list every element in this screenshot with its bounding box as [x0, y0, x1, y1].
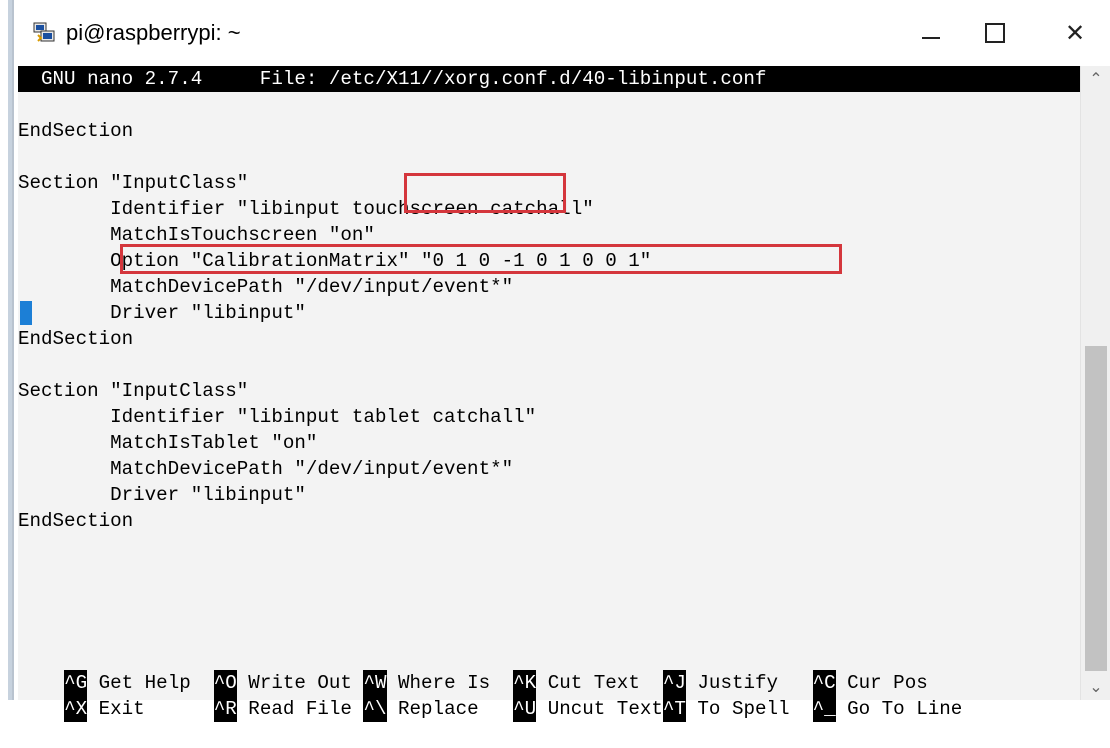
close-button[interactable]: ✕	[1050, 12, 1100, 54]
shortcut-to-spell: ^T To Spell	[662, 696, 813, 722]
editor-line: Section "InputClass"	[18, 172, 249, 194]
chevron-up-icon: ⌃	[1089, 71, 1103, 88]
shortcut-read-file: ^R Read File	[213, 696, 364, 722]
editor-line: MatchDevicePath "/dev/input/event*"	[18, 276, 514, 298]
editor-line: Section "InputClass"	[18, 380, 249, 402]
terminal-area[interactable]: GNU nano 2.7.4 File: /etc/X11//xorg.conf…	[18, 66, 1080, 722]
editor-line: Driver "libinput"	[18, 484, 306, 506]
maximize-button[interactable]	[970, 12, 1020, 54]
maximize-icon	[985, 23, 1005, 43]
shortcut-uncut-text: ^U Uncut Text	[513, 696, 663, 722]
editor-line: Identifier "libinput tablet catchall"	[18, 406, 537, 428]
editor-line: EndSection	[18, 510, 134, 532]
minimize-button[interactable]	[906, 12, 956, 54]
editor-line: EndSection	[18, 120, 134, 142]
close-icon: ✕	[1064, 19, 1086, 47]
shortcut-row-2: ^X Exit ^R Read File ^\ Replace ^U Uncut…	[18, 670, 962, 722]
scrollbar-thumb[interactable]	[1085, 346, 1107, 671]
highlight-box-touchscreen	[404, 173, 566, 213]
editor-line: MatchIsTablet "on"	[18, 432, 318, 454]
text-cursor	[20, 301, 32, 325]
minimize-icon	[922, 37, 940, 39]
editor-line: MatchDevicePath "/dev/input/event*"	[18, 458, 514, 480]
highlight-box-calibration	[120, 244, 842, 274]
scroll-down-button[interactable]: ⌄	[1081, 674, 1110, 700]
chevron-down-icon: ⌄	[1089, 679, 1103, 696]
shortcut-row-1: ^G Get Help ^O Write Out ^W Where Is ^K …	[18, 644, 928, 696]
window-titlebar[interactable]: pi@raspberrypi: ~ ✕	[14, 0, 1110, 66]
editor-line: Driver "libinput"	[18, 302, 306, 324]
nano-header: GNU nano 2.7.4 File: /etc/X11//xorg.conf…	[18, 66, 1080, 92]
vertical-scrollbar[interactable]: ⌃ ⌄	[1080, 66, 1110, 700]
shortcut-exit: ^X Exit	[64, 696, 214, 722]
window-title: pi@raspberrypi: ~	[66, 20, 241, 45]
editor-line: EndSection	[18, 328, 134, 350]
shortcut-replace: ^\ Replace	[363, 696, 514, 722]
shortcut-go-to-line: ^_ Go To Line	[812, 696, 963, 722]
scroll-up-button[interactable]: ⌃	[1081, 66, 1110, 92]
putty-icon	[33, 22, 55, 42]
window-left-edge	[0, 0, 14, 700]
